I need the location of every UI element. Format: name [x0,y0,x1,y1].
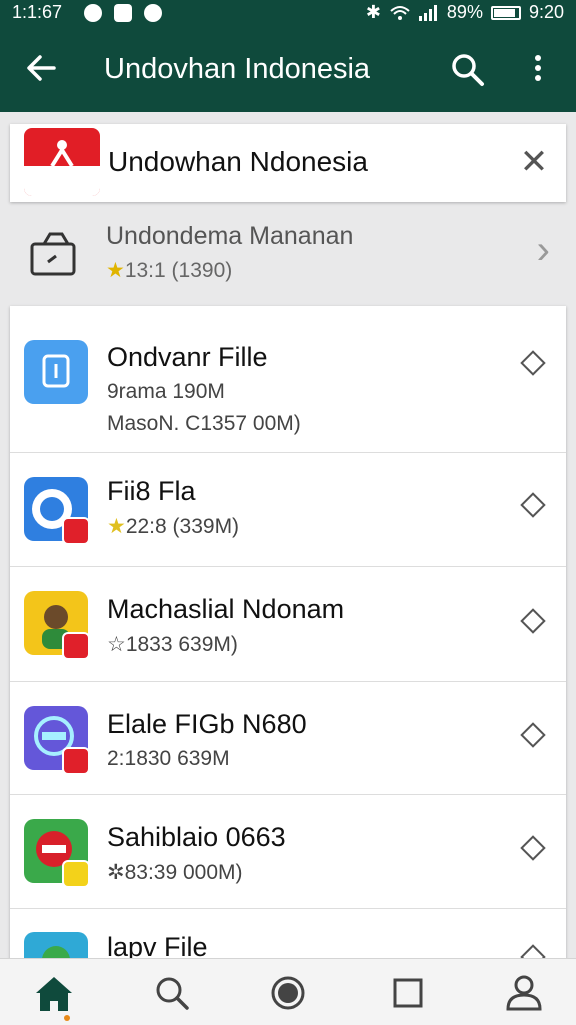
badge-icon [62,632,90,660]
nav-square[interactable] [386,971,430,1015]
diamond-icon[interactable] [520,492,546,518]
nav-search[interactable] [150,971,194,1015]
app-rating: ★22:8 (339M) [107,515,240,538]
diamond-icon[interactable] [520,722,546,748]
nav-profile[interactable] [502,971,546,1015]
signal-icon [418,4,437,21]
more-vert-icon [535,55,541,81]
notification-icon [144,4,162,22]
app-name: Ondvanr Fille [107,342,268,372]
nav-record[interactable] [266,971,310,1015]
bluetooth-icon: ✱ [365,2,381,22]
list-item[interactable]: Fii8 Fla ★22:8 (339M) [10,452,566,567]
back-arrow-icon [27,55,56,81]
chevron-right-icon: › [536,228,550,272]
list-item[interactable]: Ondvanr Fille 9rama 190M MasoN. C1357 00… [10,306,566,453]
record-icon [271,976,305,1010]
nav-home[interactable] [32,971,76,1015]
search-icon [156,977,189,1010]
page-title: Undovhan Indonesia [104,53,371,85]
clear-search-button[interactable]: ✕ [516,144,552,180]
sparkle-icon: ✲ [107,861,125,884]
app-version: MasoN. C1357 00M) [107,412,301,435]
app-name: Elale FIGb N680 [107,709,307,739]
app-bar: Undovhan Indonesia [0,26,576,112]
wifi-icon [390,5,410,20]
battery-icon [490,5,521,20]
search-field[interactable]: Undowhan Ndonesia ✕ [10,124,566,202]
back-button[interactable] [24,50,64,90]
more-options-button[interactable] [520,50,556,94]
badge-icon [62,517,90,545]
bottom-nav [0,958,576,1025]
close-icon: ✕ [519,143,549,181]
search-query[interactable]: Undowhan Ndonesia [108,146,368,178]
app-name: Fii8 Fla [107,476,196,506]
briefcase-icon [30,232,76,276]
badge-icon [62,747,90,775]
app-list: Ondvanr Fille 9rama 190M MasoN. C1357 00… [10,306,566,966]
star-icon: ★ [107,515,126,538]
diamond-icon[interactable] [520,835,546,861]
diamond-icon[interactable] [520,350,546,376]
app-logo [24,128,100,196]
search-button[interactable] [448,50,492,94]
home-icon [36,977,72,1011]
status-time-right: 9:20 [528,2,564,22]
star-outline-icon: ☆ [107,633,126,656]
app-size: 2:1830 639M [107,747,230,770]
status-time: 1:1:67 [12,2,63,22]
list-item[interactable]: Machaslial Ndonam ☆1833 639M) [10,566,566,682]
app-rating: ✲83:39 000M) [107,861,243,884]
list-item[interactable]: Sahiblaio 0663 ✲83:39 000M) [10,794,566,909]
notification-icon [114,4,132,22]
search-icon [452,54,484,86]
list-item[interactable]: Elale FIGb N680 2:1830 639M [10,681,566,795]
battery-percent: 89% [446,2,483,22]
suggestion-rating: ★13:1 (1390) [106,259,233,282]
app-rating: ☆1833 639M) [107,633,238,656]
app-icon [24,340,88,404]
star-icon: ★ [106,259,125,282]
suggestion-title: Undondema Mananan [106,222,354,250]
person-icon [506,975,542,1011]
diamond-icon[interactable] [520,608,546,634]
badge-icon [62,860,90,888]
app-name: Sahiblaio 0663 [107,822,286,852]
square-icon [393,978,423,1008]
app-size: 9rama 190M [107,380,225,403]
status-bar: 1:1:67 ✱ 89% 9:20 [0,0,576,26]
active-indicator [64,1015,70,1021]
notification-icon [84,4,102,22]
app-name: Machaslial Ndonam [107,594,345,624]
suggestion-row[interactable]: Undondema Mananan ★13:1 (1390) › [10,210,566,296]
